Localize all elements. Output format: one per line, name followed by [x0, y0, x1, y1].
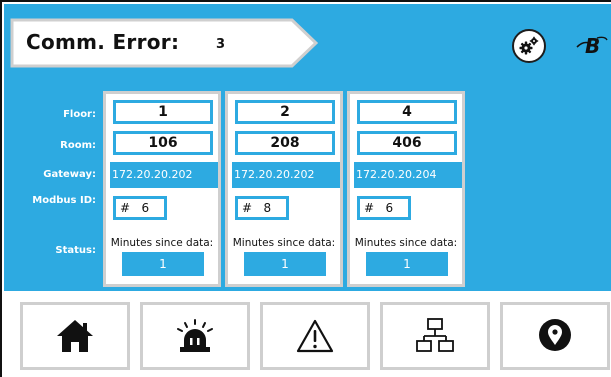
alarm-light-icon: [177, 319, 213, 352]
nav-home-button[interactable]: [20, 302, 130, 370]
nav-alarms-button[interactable]: [140, 302, 250, 370]
floor-value: 1: [113, 100, 213, 124]
minutes-since-data-label: Minutes since data:: [354, 237, 458, 249]
room-value: 106: [113, 131, 213, 155]
modbus-id-value: # 6: [357, 196, 411, 220]
minutes-since-data-value: 1: [366, 252, 448, 276]
minutes-since-data-label: Minutes since data:: [232, 237, 336, 249]
status-label: Status:: [55, 245, 96, 256]
gateway-value: 172.20.20.202: [232, 162, 340, 188]
minutes-since-data-label: Minutes since data:: [110, 237, 214, 249]
modbus-id-label: Modbus ID:: [32, 195, 96, 206]
room-value: 406: [357, 131, 457, 155]
comm-error-count: 3: [216, 37, 226, 52]
floor-value: 4: [357, 100, 457, 124]
modbus-id-value: # 8: [235, 196, 289, 220]
brand-logo-icon: B: [576, 34, 608, 58]
floor-label: Floor:: [63, 109, 96, 120]
nav-warnings-button[interactable]: [260, 302, 370, 370]
brand-logo: B: [573, 30, 609, 60]
location-pin-icon: [539, 319, 571, 351]
floor-value: 2: [235, 100, 335, 124]
room-label: Room:: [60, 140, 96, 151]
settings-button[interactable]: [512, 29, 546, 63]
comm-error-banner: Comm. Error: 3: [10, 18, 318, 68]
minutes-since-data-value: 1: [244, 252, 326, 276]
device-card-3[interactable]: 4 406 172.20.20.204 # 6 Minutes since da…: [347, 91, 465, 287]
network-icon: [416, 318, 454, 352]
warning-icon: [296, 319, 334, 353]
gears-icon: [519, 36, 539, 55]
room-value: 208: [235, 131, 335, 155]
gateway-label: Gateway:: [43, 169, 96, 180]
modbus-id-value: # 6: [113, 196, 167, 220]
device-card-2[interactable]: 2 208 172.20.20.202 # 8 Minutes since da…: [225, 91, 343, 287]
app-screen: Comm. Error: 3 B Floor: Room: Gateway: M…: [0, 0, 611, 377]
nav-network-button[interactable]: [380, 302, 490, 370]
gateway-value: 172.20.20.202: [110, 162, 218, 188]
home-icon: [57, 320, 93, 352]
nav-location-button[interactable]: [500, 302, 610, 370]
bottom-nav: [4, 291, 611, 377]
comm-error-title: Comm. Error:: [26, 30, 180, 54]
device-card-1[interactable]: 1 106 172.20.20.202 # 6 Minutes since da…: [103, 91, 221, 287]
gateway-value: 172.20.20.204: [354, 162, 462, 188]
minutes-since-data-value: 1: [122, 252, 204, 276]
